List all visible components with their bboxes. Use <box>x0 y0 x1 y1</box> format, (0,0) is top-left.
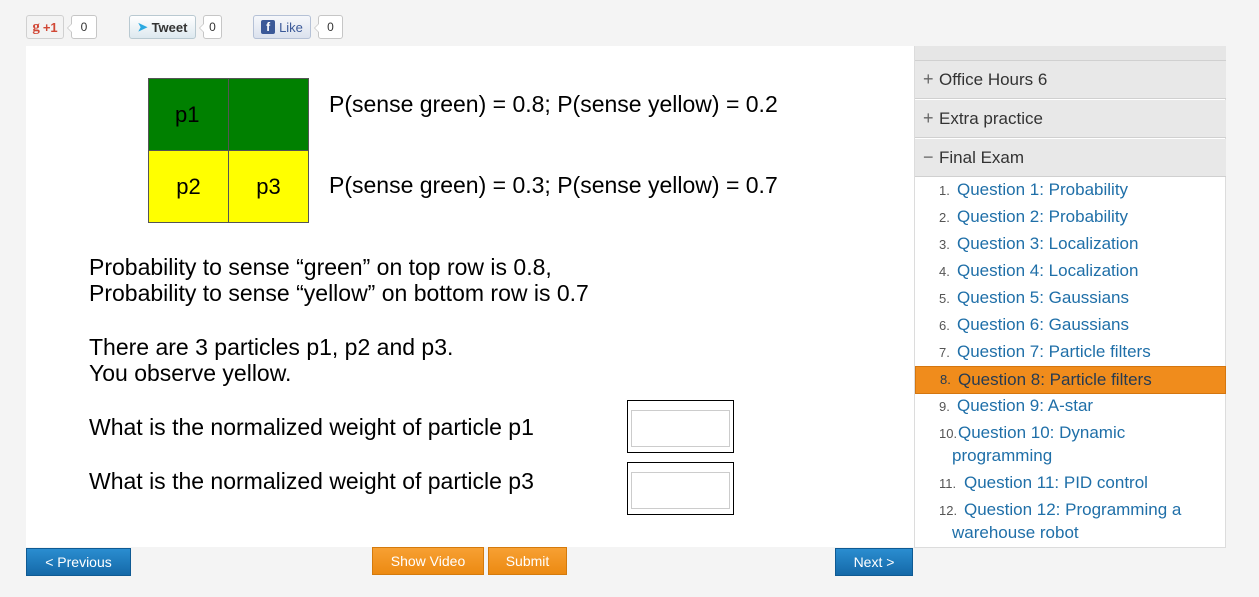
facebook-like-button[interactable]: f Like <box>253 15 311 39</box>
google-plus-label: +1 <box>42 19 58 35</box>
section-final-exam[interactable]: − Final Exam <box>915 139 1226 177</box>
top-row-probability: P(sense green) = 0.8; P(sense yellow) = … <box>329 91 778 117</box>
section-label: Final Exam <box>939 147 1025 167</box>
question-link[interactable]: Question 7: Particle filters <box>957 340 1151 363</box>
question-link[interactable]: Question 3: Localization <box>957 232 1138 255</box>
question-number: 8. <box>940 372 951 387</box>
question-link[interactable]: Question 10: Dynamic programming <box>952 421 1182 467</box>
sensing-description: Probability to sense “green” on top row … <box>89 254 589 306</box>
observation-line-1: There are 3 particles p1, p2 and p3. <box>89 334 454 360</box>
sidebar-question-12[interactable]: 12. Question 12: Programming a warehouse… <box>915 498 1226 548</box>
question-number: 6. <box>939 318 950 333</box>
sidebar-question-4[interactable]: 4. Question 4: Localization <box>915 259 1226 286</box>
like-count: 0 <box>314 15 343 39</box>
question-number: 5. <box>939 291 950 306</box>
sidebar-question-1[interactable]: 1. Question 1: Probability <box>915 178 1226 205</box>
sidebar-question-8-active[interactable]: 8. Question 8: Particle filters <box>915 366 1226 394</box>
like-label: Like <box>279 19 303 35</box>
grid-cell-bottom-left: p2 <box>149 151 229 222</box>
question-number: 7. <box>939 345 950 360</box>
sidebar-scroll-top <box>915 46 1226 61</box>
particle-grid: p1 p2 p3 <box>148 78 309 223</box>
bottom-row-probability: P(sense green) = 0.3; P(sense yellow) = … <box>329 172 778 198</box>
question-p1-text: What is the normalized weight of particl… <box>89 414 534 440</box>
answer-p3-input[interactable] <box>631 472 730 509</box>
question-number: 2. <box>939 210 950 225</box>
grid-cell-top-right <box>229 79 308 151</box>
tweet-button[interactable]: ➤ Tweet <box>129 15 196 39</box>
google-plus-button[interactable]: g +1 <box>26 15 64 39</box>
question-link[interactable]: Question 11: PID control <box>964 471 1148 494</box>
grid-cell-top-left: p1 <box>149 79 229 151</box>
answer-p1-box <box>627 400 734 453</box>
question-link[interactable]: Question 5: Gaussians <box>957 286 1129 309</box>
question-link[interactable]: Question 2: Probability <box>957 205 1128 228</box>
expand-plus-icon: + <box>923 69 934 89</box>
question-number: 9. <box>939 399 950 414</box>
question-link[interactable]: Question 4: Localization <box>957 259 1138 282</box>
observation-description: There are 3 particles p1, p2 and p3. You… <box>89 334 453 386</box>
sidebar-question-3[interactable]: 3. Question 3: Localization <box>915 232 1226 259</box>
section-office-hours-6[interactable]: + Office Hours 6 <box>915 61 1226 99</box>
question-number: 4. <box>939 264 950 279</box>
submit-button[interactable]: Submit <box>488 547 567 575</box>
question-p3-text: What is the normalized weight of particl… <box>89 468 534 494</box>
question-link[interactable]: Question 8: Particle filters <box>958 368 1152 391</box>
sidebar-question-7[interactable]: 7. Question 7: Particle filters <box>915 340 1226 367</box>
sidebar-question-10[interactable]: 10. Question 10: Dynamic programming <box>915 421 1226 471</box>
google-plus-icon: g <box>32 18 40 35</box>
collapse-minus-icon: − <box>923 147 934 167</box>
sensing-line-1: Probability to sense “green” on top row … <box>89 254 552 280</box>
section-extra-practice[interactable]: + Extra practice <box>915 100 1226 138</box>
question-number: 3. <box>939 237 950 252</box>
grid-cell-bottom-right: p3 <box>229 151 308 222</box>
tweet-label: Tweet <box>151 19 188 35</box>
previous-button[interactable]: < Previous <box>26 548 131 576</box>
sidebar-question-5[interactable]: 5. Question 5: Gaussians <box>915 286 1226 313</box>
question-number: 1. <box>939 183 950 198</box>
question-link[interactable]: Question 1: Probability <box>957 178 1128 201</box>
question-link[interactable]: Question 9: A-star <box>957 394 1093 417</box>
answer-p1-input[interactable] <box>631 410 730 447</box>
section-label: Extra practice <box>939 108 1043 128</box>
section-label: Office Hours 6 <box>939 69 1048 89</box>
show-video-button[interactable]: Show Video <box>372 547 484 575</box>
question-link[interactable]: Question 6: Gaussians <box>957 313 1129 336</box>
social-share-bar: g +1 0 ➤ Tweet 0 f Like 0 <box>0 15 400 43</box>
question-link[interactable]: Question 12: Programming a warehouse rob… <box>952 498 1214 544</box>
sidebar-question-2[interactable]: 2. Question 2: Probability <box>915 205 1226 232</box>
course-sidebar: + Office Hours 6 + Extra practice − Fina… <box>914 46 1226 548</box>
next-button[interactable]: Next > <box>835 548 913 576</box>
observation-line-2: You observe yellow. <box>89 360 292 386</box>
expand-plus-icon: + <box>923 108 934 128</box>
question-number: 11. <box>939 476 957 491</box>
sidebar-question-9[interactable]: 9. Question 9: A-star <box>915 394 1226 421</box>
sidebar-question-11[interactable]: 11. Question 11: PID control <box>915 471 1226 498</box>
tweet-count: 0 <box>199 15 222 39</box>
google-plus-count: 0 <box>67 15 97 39</box>
sidebar-question-6[interactable]: 6. Question 6: Gaussians <box>915 313 1226 340</box>
twitter-bird-icon: ➤ <box>137 20 148 34</box>
facebook-icon: f <box>261 20 276 34</box>
quiz-panel: p1 p2 p3 P(sense green) = 0.8; P(sense y… <box>26 46 914 547</box>
answer-p3-box <box>627 462 734 515</box>
sensing-line-2: Probability to sense “yellow” on bottom … <box>89 280 589 306</box>
